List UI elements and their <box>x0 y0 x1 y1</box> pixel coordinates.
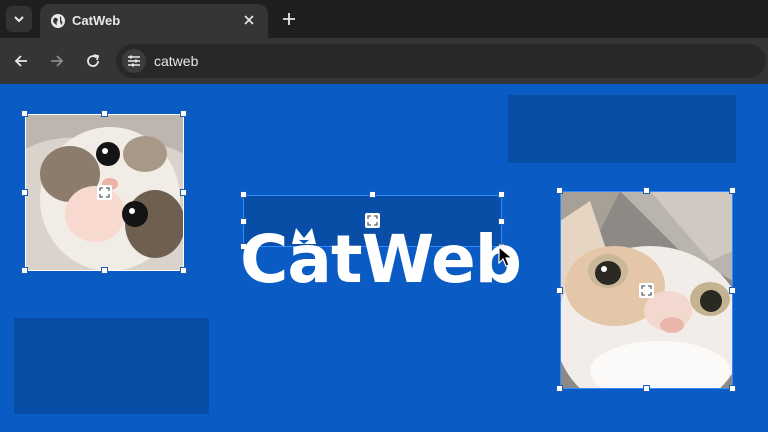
resize-handle[interactable] <box>21 110 28 117</box>
catweb-logo: CatWeb <box>240 220 522 300</box>
tab-catweb[interactable]: CatWeb <box>40 4 268 38</box>
tune-icon <box>128 55 140 67</box>
resize-handle[interactable] <box>643 187 650 194</box>
browser-toolbar: catweb <box>0 38 768 84</box>
resize-handle[interactable] <box>369 191 376 198</box>
site-settings-button[interactable] <box>122 49 146 73</box>
plus-icon[interactable] <box>278 8 300 30</box>
logo-text: CatWeb <box>240 221 522 298</box>
resize-handle[interactable] <box>729 187 736 194</box>
resize-handle[interactable] <box>498 191 505 198</box>
cat-ears-icon <box>292 228 316 244</box>
url-text: catweb <box>154 53 199 69</box>
tab-search-button[interactable] <box>6 6 32 32</box>
resize-handle[interactable] <box>556 385 563 392</box>
tab-strip: CatWeb <box>0 0 768 38</box>
resize-handle[interactable] <box>101 267 108 274</box>
globe-icon <box>51 14 65 28</box>
resize-handle[interactable] <box>729 385 736 392</box>
resize-handle[interactable] <box>180 267 187 274</box>
move-handle[interactable] <box>97 185 112 200</box>
move-icon <box>99 187 110 198</box>
resize-handle[interactable] <box>21 267 28 274</box>
close-icon[interactable] <box>240 11 258 29</box>
reload-button[interactable] <box>80 48 106 74</box>
back-button[interactable] <box>8 48 34 74</box>
resize-handle[interactable] <box>240 191 247 198</box>
forward-button[interactable] <box>44 48 70 74</box>
address-bar[interactable]: catweb <box>116 44 766 78</box>
arrow-left-icon <box>14 55 27 67</box>
resize-handle[interactable] <box>643 385 650 392</box>
chevron-down-icon <box>14 16 24 23</box>
tab-title: CatWeb <box>72 13 121 28</box>
reload-icon <box>87 54 100 67</box>
arrow-right-icon <box>51 55 64 67</box>
resize-handle[interactable] <box>556 287 563 294</box>
resize-handle[interactable] <box>101 110 108 117</box>
resize-handle[interactable] <box>180 189 187 196</box>
move-handle[interactable] <box>639 283 654 298</box>
resize-handle[interactable] <box>21 189 28 196</box>
frame-top-right[interactable] <box>508 95 736 163</box>
resize-handle[interactable] <box>729 287 736 294</box>
resize-handle[interactable] <box>556 187 563 194</box>
mouse-pointer-icon <box>498 246 514 267</box>
move-icon <box>641 285 652 296</box>
resize-handle[interactable] <box>180 110 187 117</box>
frame-bottom-left[interactable] <box>14 318 209 414</box>
